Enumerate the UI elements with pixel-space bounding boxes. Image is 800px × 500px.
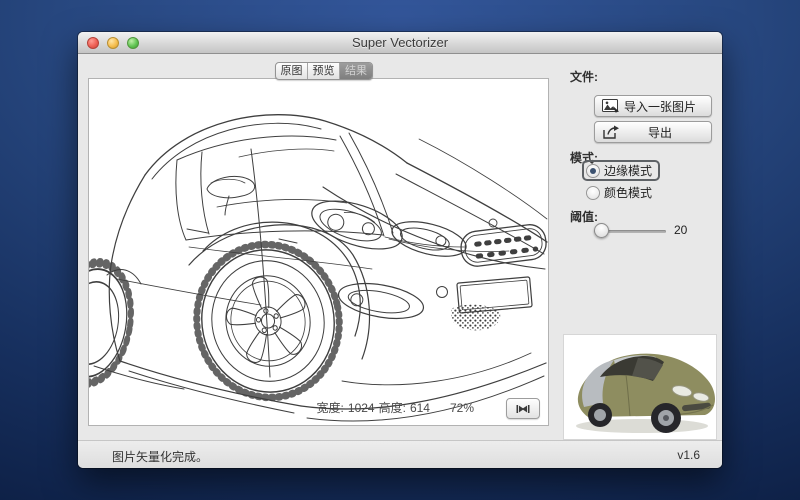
radio-color-mode-label: 颜色模式 — [604, 184, 652, 201]
title-bar[interactable]: Super Vectorizer — [78, 32, 722, 54]
status-bar: 图片矢量化完成。 v1.6 — [78, 440, 722, 468]
import-image-button[interactable]: 导入一张图片 — [594, 95, 712, 117]
radio-color-mode-icon[interactable] — [586, 186, 600, 200]
tab-original[interactable]: 原图 — [276, 63, 308, 79]
radio-color-mode[interactable]: 颜色模式 — [586, 184, 652, 201]
width-label: 宽度: — [317, 399, 344, 416]
height-value: 614 — [410, 401, 430, 415]
app-version: v1.6 — [677, 448, 700, 462]
original-car-photo — [564, 335, 716, 439]
view-tabs: 原图 预览 结果 — [275, 62, 373, 80]
threshold-value: 20 — [674, 223, 687, 237]
export-button[interactable]: 导出 — [594, 121, 712, 143]
fit-to-window-icon — [516, 404, 530, 414]
width-value: 1024 — [348, 401, 375, 415]
window-title: Super Vectorizer — [78, 35, 722, 50]
fit-to-window-button[interactable] — [506, 398, 540, 419]
radio-edge-mode-label: 边缘模式 — [604, 162, 652, 179]
vectorized-car-drawing — [89, 79, 548, 425]
tab-preview[interactable]: 预览 — [308, 63, 340, 79]
import-image-icon — [602, 99, 620, 117]
status-message: 图片矢量化完成。 — [112, 448, 208, 465]
app-window: Super Vectorizer 原图 预览 结果 — [78, 32, 722, 468]
vector-result-canvas[interactable]: 宽度: 1024 高度: 614 72% — [88, 78, 549, 426]
file-section-label: 文件: — [570, 68, 598, 85]
threshold-slider-knob[interactable] — [594, 223, 609, 238]
original-image-thumbnail[interactable] — [563, 334, 717, 440]
image-dimensions: 宽度: 1024 高度: 614 72% — [317, 399, 474, 416]
zoom-percent: 72% — [450, 401, 474, 415]
threshold-slider[interactable]: 20 — [592, 222, 702, 240]
height-label: 高度: — [379, 399, 406, 416]
radio-edge-mode[interactable]: 边缘模式 — [582, 160, 660, 181]
export-icon — [602, 125, 620, 143]
radio-edge-mode-icon[interactable] — [586, 164, 600, 178]
tab-result[interactable]: 结果 — [340, 63, 372, 79]
